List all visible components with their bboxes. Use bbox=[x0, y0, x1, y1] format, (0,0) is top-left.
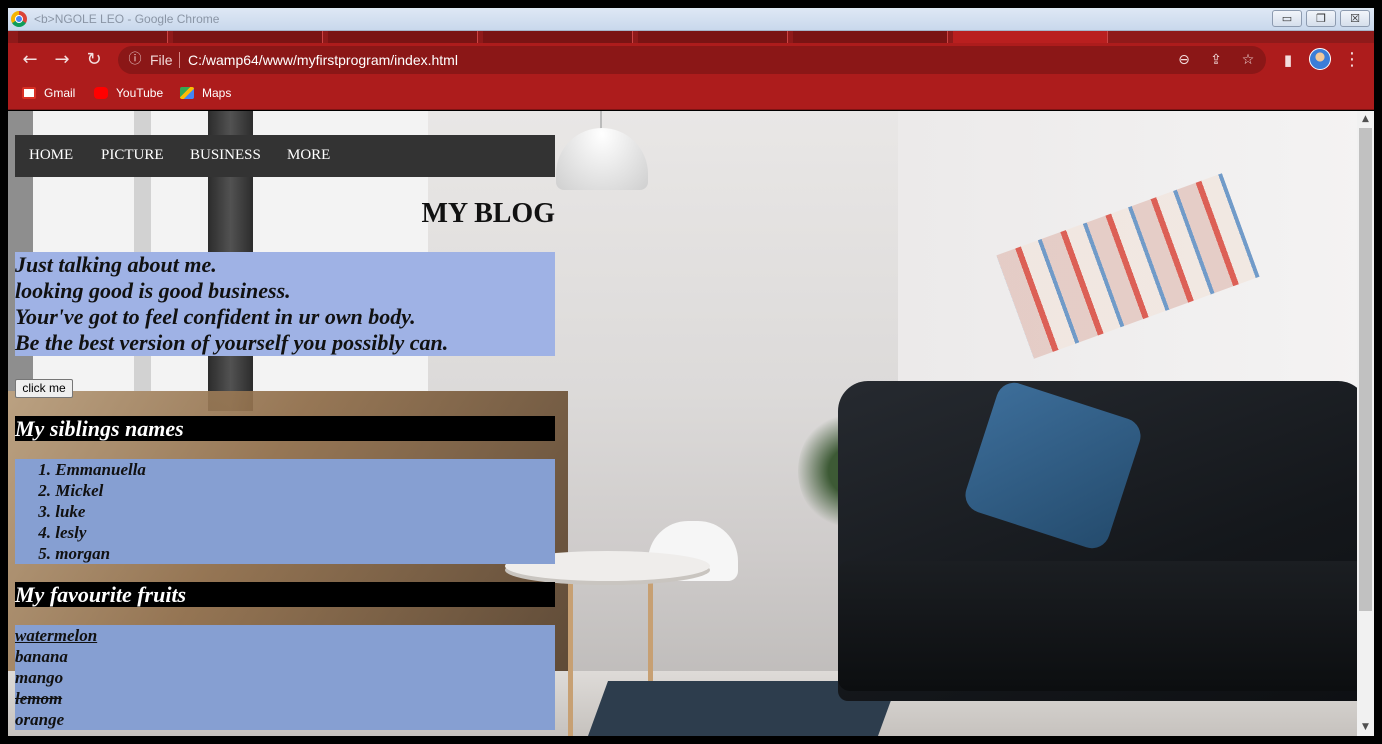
profile-avatar[interactable] bbox=[1309, 48, 1331, 70]
bookmarks-bar: Gmail YouTube Maps bbox=[8, 77, 1374, 110]
background-lamp bbox=[556, 128, 648, 190]
click-me-button[interactable]: click me bbox=[15, 379, 73, 398]
background-lamp-cord bbox=[600, 111, 602, 129]
address-bar[interactable]: ⓘ File C:/wamp64/www/myfirstprogram/inde… bbox=[118, 46, 1266, 74]
list-item: 2. Mickel bbox=[15, 480, 555, 501]
bookmark-label: Gmail bbox=[44, 86, 76, 100]
sibling-name: Mickel bbox=[55, 481, 104, 500]
sibling-name: lesly bbox=[55, 523, 87, 542]
list-item: 4. lesly bbox=[15, 522, 555, 543]
siblings-list: 1. Emmanuella 2. Mickel 3. luke 4. lesly… bbox=[15, 459, 555, 564]
page-title: MY BLOG bbox=[421, 198, 555, 229]
maps-icon bbox=[180, 87, 194, 99]
scroll-down-arrow-icon[interactable]: ▼ bbox=[1357, 719, 1374, 736]
zoom-icon[interactable]: ⊖ bbox=[1174, 50, 1194, 70]
reload-icon[interactable]: ↻ bbox=[82, 48, 106, 72]
minimize-button[interactable]: ▭ bbox=[1272, 10, 1302, 27]
page-scrollbar[interactable]: ▲ ▼ bbox=[1357, 111, 1374, 736]
intro-line: looking good is good business. bbox=[15, 278, 291, 303]
background-sofa-seat bbox=[838, 561, 1368, 691]
scroll-thumb[interactable] bbox=[1359, 128, 1372, 611]
scroll-up-arrow-icon[interactable]: ▲ bbox=[1357, 111, 1374, 128]
fruit-item: lemom bbox=[15, 689, 63, 708]
nav-picture[interactable]: PICTURE bbox=[101, 147, 164, 164]
tab[interactable] bbox=[638, 31, 788, 43]
fruit-item: watermelon bbox=[15, 626, 98, 645]
bookmark-youtube[interactable]: YouTube bbox=[94, 85, 163, 102]
back-arrow-icon[interactable]: ← bbox=[18, 48, 42, 72]
fruit-item: banana bbox=[15, 647, 68, 666]
window-titlebar-inner: <b>NGOLE LEO - Google Chrome ▭ ❐ ☒ bbox=[8, 8, 1374, 31]
list-number: 2. bbox=[38, 481, 51, 500]
page-viewport: HOME PICTURE BUSINESS MORE MY BLOG Just … bbox=[8, 111, 1374, 736]
siblings-heading: My siblings names bbox=[15, 416, 555, 441]
file-scheme-label: File bbox=[150, 52, 173, 68]
intro-line: Be the best version of yourself you poss… bbox=[15, 330, 449, 355]
forward-arrow-icon[interactable]: → bbox=[50, 48, 74, 72]
fruits-heading: My favourite fruits bbox=[15, 582, 555, 607]
address-divider bbox=[179, 52, 180, 68]
gmail-icon bbox=[22, 87, 36, 99]
nav-business[interactable]: BUSINESS bbox=[190, 147, 261, 164]
tab[interactable] bbox=[18, 31, 168, 43]
chrome-logo-icon bbox=[11, 11, 27, 27]
share-icon[interactable]: ⇪ bbox=[1206, 50, 1226, 70]
youtube-icon bbox=[94, 87, 108, 99]
list-item: 3. luke bbox=[15, 501, 555, 522]
list-number: 3. bbox=[38, 502, 51, 521]
bookmark-star-icon[interactable]: ☆ bbox=[1238, 50, 1258, 70]
tab[interactable] bbox=[793, 31, 948, 43]
bookmark-gmail[interactable]: Gmail bbox=[22, 85, 75, 102]
close-button[interactable]: ☒ bbox=[1340, 10, 1370, 27]
url-text[interactable]: C:/wamp64/www/myfirstprogram/index.html bbox=[188, 52, 458, 68]
intro-line: Just talking about me. bbox=[15, 252, 217, 277]
tab[interactable] bbox=[328, 31, 478, 43]
sibling-name: Emmanuella bbox=[55, 460, 146, 479]
fruit-item: mango bbox=[15, 668, 64, 687]
bookmark-maps[interactable]: Maps bbox=[180, 85, 231, 102]
bookmark-label: Maps bbox=[202, 86, 232, 100]
list-item: 1. Emmanuella bbox=[15, 459, 555, 480]
background-table-leg bbox=[568, 576, 573, 736]
list-item: 5. morgan bbox=[15, 543, 555, 564]
list-number: 5. bbox=[38, 544, 51, 563]
window-title: <b>NGOLE LEO - Google Chrome bbox=[34, 12, 220, 26]
tab[interactable] bbox=[483, 31, 633, 43]
tab-strip bbox=[8, 31, 1374, 43]
menu-kebab-icon[interactable]: ⋮ bbox=[1340, 48, 1364, 72]
bookmark-label: YouTube bbox=[116, 86, 164, 100]
restore-button[interactable]: ❐ bbox=[1306, 10, 1336, 27]
browser-toolbar: ← → ↻ ⓘ File C:/wamp64/www/myfirstprogra… bbox=[8, 43, 1374, 77]
fruits-list: watermelon banana mango lemom orange bbox=[15, 625, 555, 730]
nav-bar: HOME PICTURE BUSINESS MORE bbox=[15, 135, 555, 177]
intro-line: Your've got to feel confident in ur own … bbox=[15, 304, 416, 329]
tab[interactable] bbox=[173, 31, 323, 43]
fruit-item: orange bbox=[15, 710, 65, 729]
nav-more[interactable]: MORE bbox=[287, 147, 330, 164]
sibling-name: morgan bbox=[55, 544, 111, 563]
sibling-name: luke bbox=[55, 502, 86, 521]
list-number: 4. bbox=[38, 523, 51, 542]
nav-home[interactable]: HOME bbox=[29, 147, 73, 164]
list-number: 1. bbox=[38, 460, 51, 479]
tab-active[interactable] bbox=[953, 31, 1108, 43]
site-info-icon[interactable]: ⓘ bbox=[126, 51, 144, 69]
intro-block: Just talking about me. looking good is g… bbox=[15, 252, 555, 356]
side-panel-icon[interactable]: ▮ bbox=[1276, 48, 1300, 72]
